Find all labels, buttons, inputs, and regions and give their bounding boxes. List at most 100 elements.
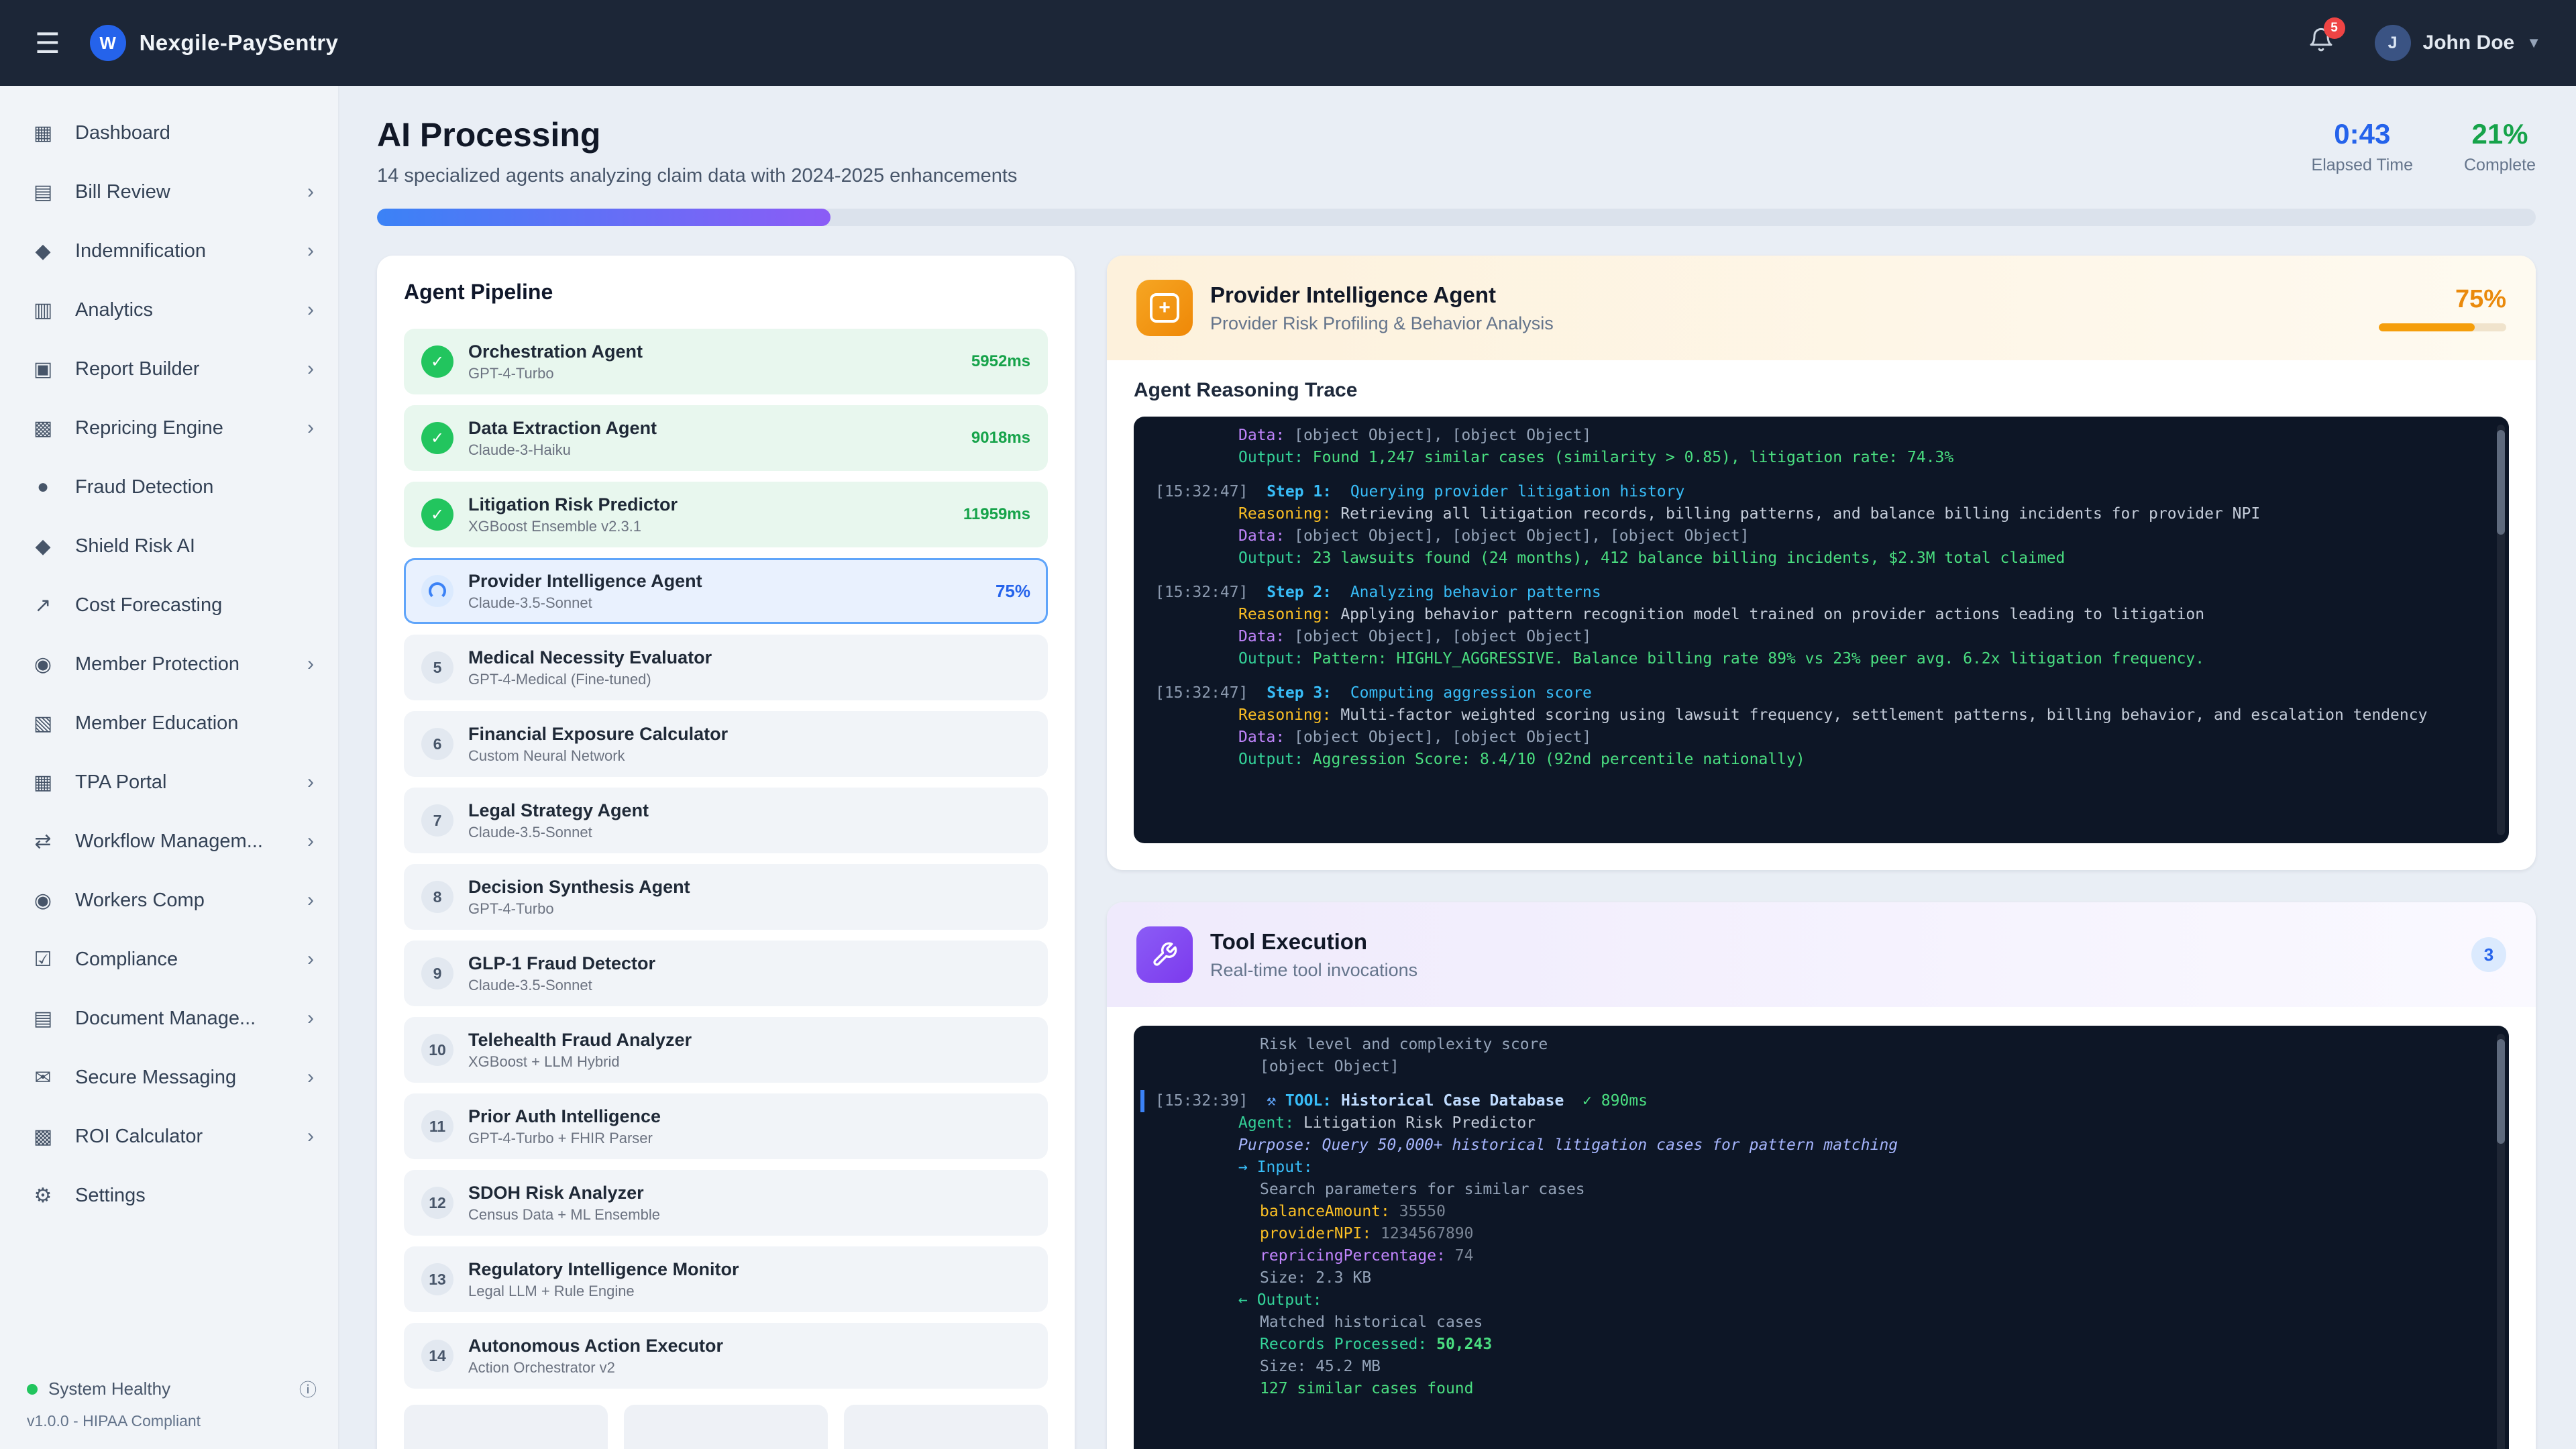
sidebar-item-bill-review[interactable]: ▤Bill Review›	[0, 162, 338, 221]
agent-model: Custom Neural Network	[468, 747, 1030, 765]
agent-row-telehealth-fraud-analyzer[interactable]: 10Telehealth Fraud AnalyzerXGBoost + LLM…	[404, 1017, 1048, 1083]
sidebar-item-member-education[interactable]: ▧Member Education	[0, 694, 338, 753]
agent-pipeline-card: Agent Pipeline ✓Orchestration AgentGPT-4…	[377, 256, 1075, 1449]
avatar: J	[2375, 25, 2411, 61]
agent-model: GPT-4-Medical (Fine-tuned)	[468, 671, 1030, 688]
step-number: 6	[421, 728, 453, 760]
agent-row-litigation-risk-predictor[interactable]: ✓Litigation Risk PredictorXGBoost Ensemb…	[404, 482, 1048, 547]
tool-execution-panel: Tool Execution Real-time tool invocation…	[1107, 902, 2536, 1449]
sidebar-item-secure-messaging[interactable]: ✉Secure Messaging›	[0, 1048, 338, 1107]
agent-name: Litigation Risk Predictor	[468, 494, 963, 515]
education-icon: ▧	[30, 712, 56, 735]
notifications-button[interactable]: 5	[2308, 27, 2334, 59]
chevron-right-icon: ›	[307, 417, 314, 439]
sidebar-item-workflow-managem[interactable]: ⇄Workflow Managem...›	[0, 812, 338, 871]
sidebar-item-label: Dashboard	[75, 122, 314, 144]
sidebar-item-cost-forecasting[interactable]: ↗ Cost Forecasting	[0, 576, 338, 635]
console-scrollbar-thumb[interactable]	[2497, 1039, 2505, 1144]
console-line: Data: [object Object], [object Object]	[1155, 425, 2487, 447]
sidebar-item-label: Analytics	[75, 299, 307, 321]
console-scrollbar[interactable]	[2497, 425, 2505, 835]
sidebar-footer: System Healthy ⓘ v1.0.0 - HIPAA Complian…	[27, 1377, 317, 1430]
elapsed-time-label: Elapsed Time	[2312, 156, 2413, 175]
sidebar-item-roi-calculator[interactable]: ▩ROI Calculator›	[0, 1107, 338, 1166]
agent-row-orchestration-agent[interactable]: ✓Orchestration AgentGPT-4-Turbo5952ms	[404, 329, 1048, 394]
sidebar-item-member-protection[interactable]: ◉Member Protection›	[0, 635, 338, 694]
agent-model: Claude-3.5-Sonnet	[468, 977, 1030, 994]
complete-stat: 21% Complete	[2464, 118, 2536, 175]
console-scrollbar-thumb[interactable]	[2497, 430, 2505, 535]
console-line: [15:32:47] Step 3: Computing aggression …	[1155, 682, 2487, 704]
sidebar-item-analytics[interactable]: ▥Analytics›	[0, 280, 338, 339]
agent-row-provider-intelligence-agent[interactable]: Provider Intelligence AgentClaude-3.5-So…	[404, 558, 1048, 624]
agent-row-legal-strategy-agent[interactable]: 7Legal Strategy AgentClaude-3.5-Sonnet	[404, 788, 1048, 853]
page-subtitle: 14 specialized agents analyzing claim da…	[377, 165, 1017, 187]
sidebar-item-compliance[interactable]: ☑Compliance›	[0, 930, 338, 989]
sidebar-item-workers-comp[interactable]: ◉Workers Comp›	[0, 871, 338, 930]
agent-name: Data Extraction Agent	[468, 418, 971, 439]
user-menu[interactable]: J John Doe ▼	[2375, 25, 2541, 61]
document-icon: ▤	[30, 1007, 56, 1030]
agent-model: XGBoost Ensemble v2.3.1	[468, 518, 963, 535]
step-number: 13	[421, 1263, 453, 1295]
agent-row-regulatory-intelligence-monitor[interactable]: 13Regulatory Intelligence MonitorLegal L…	[404, 1246, 1048, 1312]
console-line: 127 similar cases found	[1155, 1378, 2487, 1400]
step-number: 11	[421, 1110, 453, 1142]
sidebar-item-label: Compliance	[75, 949, 307, 971]
agent-name: Provider Intelligence Agent	[468, 571, 996, 592]
agent-row-data-extraction-agent[interactable]: ✓Data Extraction AgentClaude-3-Haiku9018…	[404, 405, 1048, 471]
agent-row-autonomous-action-executor[interactable]: 14Autonomous Action ExecutorAction Orche…	[404, 1323, 1048, 1389]
hamburger-menu-icon[interactable]: ☰	[35, 27, 60, 60]
sidebar-item-label: Fraud Detection	[75, 476, 314, 498]
sidebar-item-indemnification[interactable]: ◆Indemnification›	[0, 221, 338, 280]
console-line: Output: Aggression Score: 8.4/10 (92nd p…	[1155, 749, 2487, 771]
console-scrollbar[interactable]	[2497, 1034, 2505, 1449]
agent-name: Financial Exposure Calculator	[468, 724, 1030, 745]
tool-log-console[interactable]: Risk level and complexity score[object O…	[1134, 1026, 2509, 1449]
agent-row-decision-synthesis-agent[interactable]: 8Decision Synthesis AgentGPT-4-Turbo	[404, 864, 1048, 930]
agent-row-medical-necessity-evaluator[interactable]: 5Medical Necessity EvaluatorGPT-4-Medica…	[404, 635, 1048, 700]
trend-icon: ↗	[30, 594, 56, 617]
console-line: Output: Pattern: HIGHLY_AGGRESSIVE. Bala…	[1155, 648, 2487, 670]
agent-row-sdoh-risk-analyzer[interactable]: 12SDOH Risk AnalyzerCensus Data + ML Ens…	[404, 1170, 1048, 1236]
bill-review-icon: ▤	[30, 180, 56, 204]
info-icon[interactable]: ⓘ	[299, 1377, 317, 1401]
agent-model: GPT-4-Turbo + FHIR Parser	[468, 1130, 1030, 1147]
report-builder-icon: ▣	[30, 358, 56, 381]
sidebar-item-shield-risk-ai[interactable]: ◆Shield Risk AI	[0, 517, 338, 576]
notification-count-badge: 5	[2324, 17, 2345, 39]
reasoning-trace-console[interactable]: Data: [object Object], [object Object] Ou…	[1134, 417, 2509, 843]
agent-panel-title: Provider Intelligence Agent	[1210, 282, 2361, 308]
complete-value: 21%	[2464, 118, 2536, 150]
agent-row-glp-1-fraud-detector[interactable]: 9GLP-1 Fraud DetectorClaude-3.5-Sonnet	[404, 941, 1048, 1006]
pipeline-title: Agent Pipeline	[404, 280, 1048, 305]
sidebar-item-tpa-portal[interactable]: ▦TPA Portal›	[0, 753, 338, 812]
user-name: John Doe	[2423, 32, 2515, 54]
page-title: AI Processing	[377, 115, 1017, 154]
console-line: [15:32:47] Step 2: Analyzing behavior pa…	[1155, 582, 2487, 604]
calculator-icon: ▩	[30, 1125, 56, 1148]
sidebar-item-dashboard[interactable]: ▦Dashboard	[0, 103, 338, 162]
chevron-right-icon: ›	[307, 299, 314, 321]
step-number: 14	[421, 1340, 453, 1372]
sidebar-item-settings[interactable]: ⚙Settings	[0, 1166, 338, 1225]
sidebar-item-label: Cost Forecasting	[75, 594, 314, 616]
sidebar-item-report-builder[interactable]: ▣Report Builder›	[0, 339, 338, 398]
console-line: Search parameters for similar cases	[1155, 1179, 2487, 1201]
agent-row-prior-auth-intelligence[interactable]: 11Prior Auth IntelligenceGPT-4-Turbo + F…	[404, 1093, 1048, 1159]
chevron-right-icon: ›	[307, 948, 314, 971]
chevron-right-icon: ›	[307, 239, 314, 262]
status-dot	[27, 1384, 38, 1395]
console-line: Matched historical cases	[1155, 1311, 2487, 1334]
sidebar-item-repricing-engine[interactable]: ▩Repricing Engine›	[0, 398, 338, 458]
workflow-icon: ⇄	[30, 830, 56, 853]
agent-row-financial-exposure-calculator[interactable]: 6 Financial Exposure Calculator Custom Neu…	[404, 711, 1048, 777]
chevron-right-icon: ›	[307, 1007, 314, 1030]
overall-progress-fill	[377, 209, 830, 226]
agent-name: Orchestration Agent	[468, 341, 971, 362]
sidebar-item-document-manage[interactable]: ▤Document Manage...›	[0, 989, 338, 1048]
console-line: ← Output:	[1155, 1289, 2487, 1311]
sidebar-item-fraud-detection[interactable]: ●Fraud Detection	[0, 458, 338, 517]
step-number: 5	[421, 651, 453, 684]
chevron-down-icon: ▼	[2526, 34, 2541, 52]
